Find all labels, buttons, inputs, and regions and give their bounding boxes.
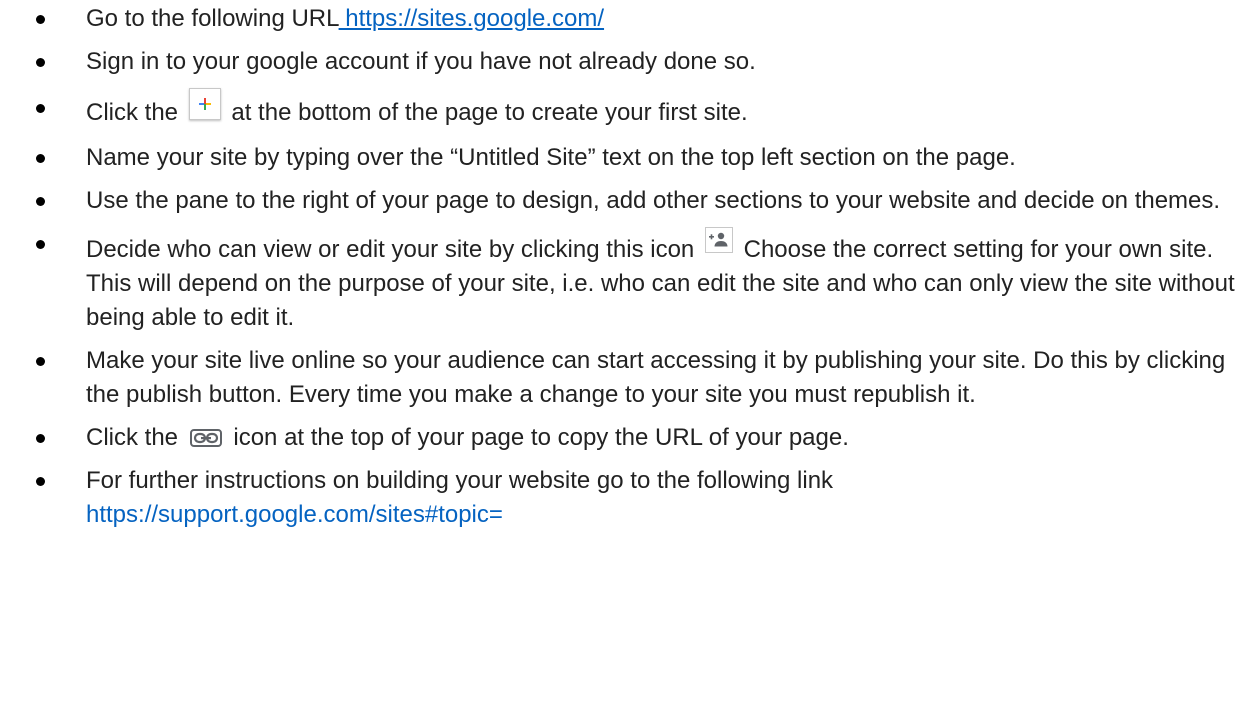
list-item: Click the icon at the top of your page t…: [0, 421, 1254, 455]
list-item: Use the pane to the right of your page t…: [0, 184, 1254, 218]
bullet-icon: [36, 240, 45, 249]
share-icon: [704, 227, 733, 253]
instructions-document: Go to the following URL https://sites.go…: [0, 0, 1254, 715]
step-2-text: Sign in to your google account if you ha…: [86, 48, 756, 75]
step-8-text-after: icon at the top of your page to copy the…: [233, 424, 849, 451]
list-item: Click the at the bottom of the page to c…: [0, 88, 1254, 132]
bullet-icon: [36, 154, 45, 163]
bullet-icon: [36, 58, 45, 67]
list-item: Make your site live online so your audie…: [0, 344, 1254, 412]
step-6-text-before: Decide who can view or edit your site by…: [86, 236, 695, 263]
link-icon: [189, 425, 223, 447]
step-1-text: Go to the following URL: [86, 5, 339, 32]
instruction-list: Go to the following URL https://sites.go…: [0, 2, 1254, 541]
list-item: For further instructions on building you…: [0, 464, 1254, 532]
bullet-icon: [36, 357, 45, 366]
step-5-text: Use the pane to the right of your page t…: [86, 187, 1221, 214]
google-sites-support-link[interactable]: https://support.google.com/sites#topic=: [86, 501, 503, 528]
bullet-icon: [36, 15, 45, 24]
bullet-icon: [36, 434, 45, 443]
step-3-text-after: at the bottom of the page to create your…: [231, 99, 748, 126]
step-8-text-before: Click the: [86, 424, 179, 451]
plus-icon: [188, 88, 221, 120]
google-sites-link[interactable]: https://sites.google.com/: [339, 5, 604, 32]
list-item: Go to the following URL https://sites.go…: [0, 2, 1254, 36]
step-9-text: For further instructions on building you…: [86, 467, 834, 494]
list-item: Name your site by typing over the “Untit…: [0, 141, 1254, 175]
list-item: Decide who can view or edit your site by…: [0, 227, 1254, 335]
step-3-text-before: Click the: [86, 99, 179, 126]
step-4-text: Name your site by typing over the “Untit…: [86, 144, 1016, 171]
step-7-text: Make your site live online so your audie…: [86, 347, 1226, 408]
bullet-icon: [36, 477, 45, 486]
bullet-icon: [36, 104, 45, 113]
bullet-icon: [36, 197, 45, 206]
list-item: Sign in to your google account if you ha…: [0, 45, 1254, 79]
